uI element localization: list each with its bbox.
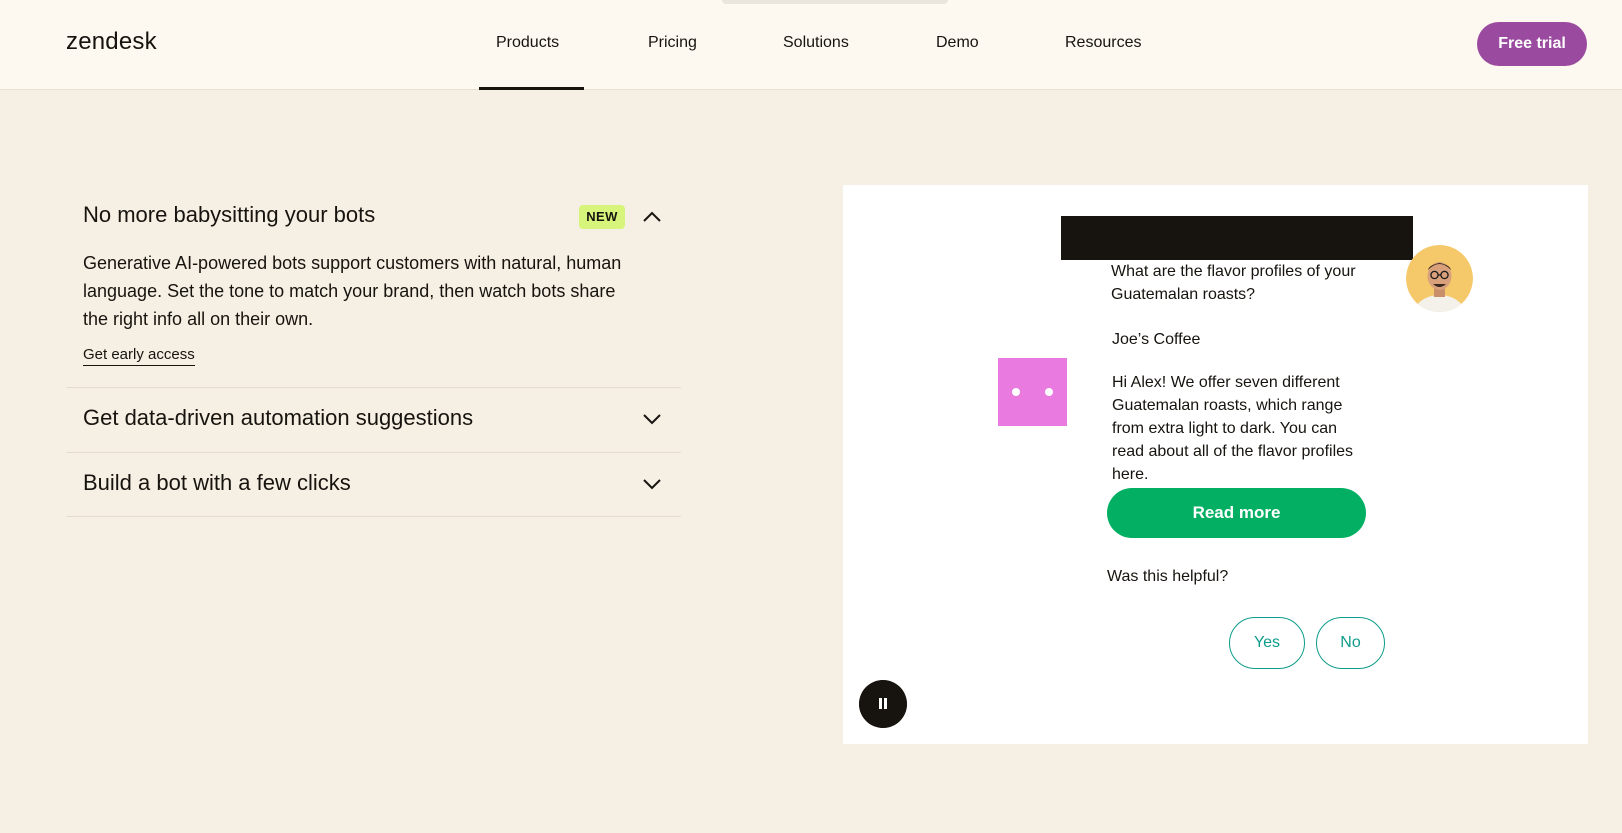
new-badge: NEW <box>579 205 625 229</box>
accordion-divider <box>66 387 681 388</box>
nav-demo[interactable]: Demo <box>936 34 979 52</box>
nav-resources[interactable]: Resources <box>1065 34 1141 52</box>
chevron-down-icon[interactable] <box>641 408 663 430</box>
free-trial-button[interactable]: Free trial <box>1477 22 1587 66</box>
nav-pricing[interactable]: Pricing <box>648 34 697 52</box>
nav-products[interactable]: Products <box>496 34 559 52</box>
bot-avatar-icon <box>998 358 1067 426</box>
accordion-title-build-bot[interactable]: Build a bot with a few clicks <box>83 470 351 496</box>
accordion-divider <box>66 452 681 453</box>
user-avatar <box>1406 245 1473 312</box>
top-tab-indicator <box>722 0 948 4</box>
helpful-prompt: Was this helpful? <box>1107 568 1229 585</box>
bot-name: Joe’s Coffee <box>1112 331 1201 348</box>
user-message: What are the flavor profiles of your Gua… <box>1111 263 1356 303</box>
yes-button[interactable]: Yes <box>1229 617 1305 669</box>
nav-active-underline <box>479 87 584 90</box>
site-header: zendesk Products Pricing Solutions Demo … <box>0 0 1622 90</box>
accordion-body-bots: Generative AI-powered bots support custo… <box>83 253 622 329</box>
bot-demo-card: What are the flavor profiles of your Gua… <box>843 185 1588 744</box>
zendesk-logo[interactable]: zendesk <box>66 28 157 56</box>
accordion-title-bots[interactable]: No more babysitting your bots <box>83 202 375 228</box>
no-button[interactable]: No <box>1316 617 1385 669</box>
redacted-block <box>1061 216 1413 260</box>
chevron-down-icon[interactable] <box>641 473 663 495</box>
accordion-title-automation[interactable]: Get data-driven automation suggestions <box>83 405 473 431</box>
nav-solutions[interactable]: Solutions <box>783 34 849 52</box>
bot-message: Hi Alex! We offer seven different Guatem… <box>1112 374 1354 483</box>
accordion-divider <box>66 516 681 517</box>
chevron-up-icon[interactable] <box>641 206 663 228</box>
read-more-button[interactable]: Read more <box>1107 488 1366 538</box>
pause-icon[interactable] <box>859 680 907 728</box>
get-early-access-link[interactable]: Get early access <box>83 346 195 366</box>
